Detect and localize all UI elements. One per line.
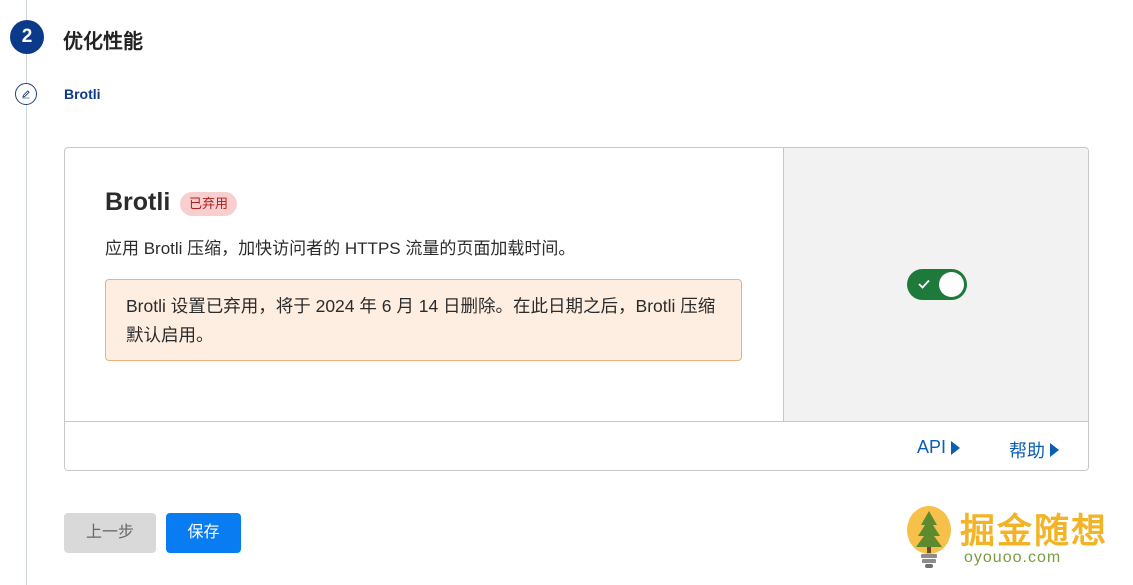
deprecated-badge: 已弃用 xyxy=(180,192,238,216)
watermark-url: oyouoo.com xyxy=(964,549,1062,566)
step-number-badge: 2 xyxy=(10,20,44,54)
setting-title: Brotli xyxy=(105,188,171,216)
substep-title[interactable]: Brotli xyxy=(64,86,101,102)
step-title: 优化性能 xyxy=(63,31,143,53)
card-footer: API 帮助 xyxy=(65,421,1088,470)
watermark-title: 掘金随想 xyxy=(960,512,1109,552)
help-link-label: 帮助 xyxy=(1009,441,1045,461)
help-link[interactable]: 帮助 xyxy=(1009,437,1059,463)
caret-right-icon xyxy=(1050,443,1059,457)
back-button[interactable]: 上一步 xyxy=(64,513,156,553)
pencil-icon xyxy=(22,90,30,99)
api-link-label: API xyxy=(917,437,947,457)
watermark: 掘金随想 oyouoo.com xyxy=(904,503,1114,575)
setting-description: 应用 Brotli 压缩，加快访问者的 HTTPS 流量的页面加载时间。 xyxy=(105,239,576,258)
setting-control-panel xyxy=(783,148,1088,421)
substep-marker xyxy=(15,83,37,105)
brotli-setting-card: Brotli 已弃用 应用 Brotli 压缩，加快访问者的 HTTPS 流量的… xyxy=(64,147,1089,471)
setting-info: Brotli 已弃用 应用 Brotli 压缩，加快访问者的 HTTPS 流量的… xyxy=(65,148,783,421)
toggle-knob xyxy=(939,272,964,297)
caret-right-icon xyxy=(951,440,961,455)
lightbulb-tree-logo xyxy=(907,506,951,568)
brotli-toggle[interactable] xyxy=(907,269,967,300)
check-icon xyxy=(918,279,930,289)
deprecation-warning: Brotli 设置已弃用，将于 2024 年 6 月 14 日删除。在此日期之后… xyxy=(105,279,742,361)
save-button[interactable]: 保存 xyxy=(166,513,241,553)
api-link[interactable]: API xyxy=(917,437,961,458)
